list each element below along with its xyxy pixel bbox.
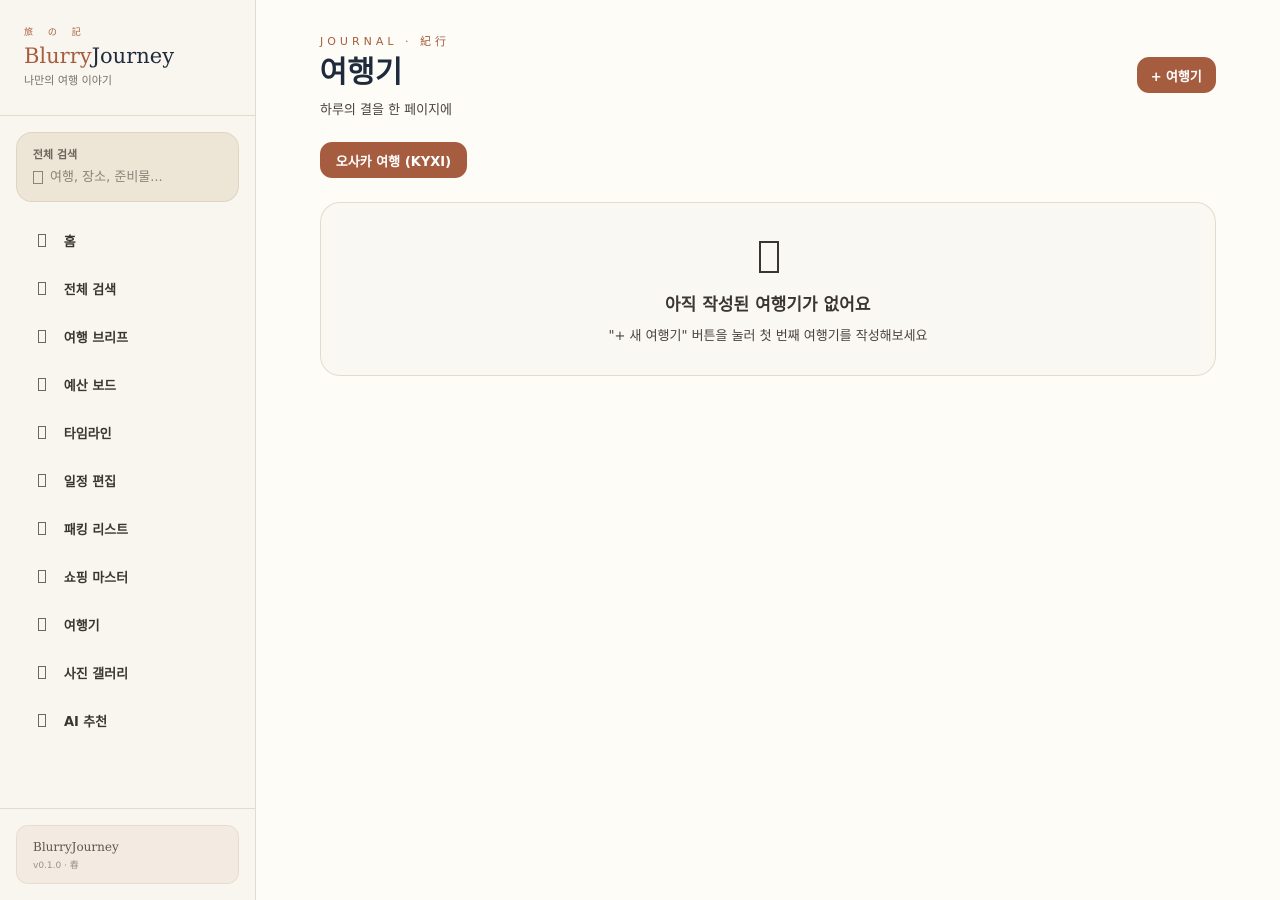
sidebar-item-label: 쇼핑 마스터 xyxy=(64,570,129,586)
sidebar-item-label: 예산 보드 xyxy=(64,378,117,394)
new-journal-button[interactable]: + 여행기 xyxy=(1136,57,1216,93)
trip-filter-chip[interactable]: 오사카 여행 (KYXI) xyxy=(320,142,468,178)
page-title: 여행기 xyxy=(320,55,403,90)
budget-icon xyxy=(38,377,46,391)
notebook-icon xyxy=(759,241,779,273)
empty-state-title: 아직 작성된 여행기가 없어요 xyxy=(665,295,871,315)
sidebar: 旅 の 記 BlurryJourney 나만의 여행 이야기 전체 검색 홈 전… xyxy=(0,0,256,900)
search-row xyxy=(33,170,222,185)
brief-icon xyxy=(38,329,46,343)
sidebar-divider xyxy=(0,115,255,116)
sidebar-item-label: 일정 편집 xyxy=(64,474,117,490)
sidebar-item-label: AI 추천 xyxy=(64,714,108,730)
home-icon xyxy=(38,233,46,247)
sidebar-item-gallery[interactable]: 사진 갤러리 xyxy=(24,648,234,696)
logo-accent-text: Blurry xyxy=(24,44,92,68)
search-label: 전체 검색 xyxy=(33,148,78,161)
version-card: BlurryJourney v0.1.0 · 春 xyxy=(16,825,239,884)
sidebar-item-packing[interactable]: 패킹 리스트 xyxy=(24,504,234,552)
brand-subtitle: 나만의 여행 이야기 xyxy=(24,74,112,87)
sidebar-item-journal[interactable]: 여행기 xyxy=(24,600,234,648)
shopping-icon xyxy=(38,569,46,583)
logo-text: Journey xyxy=(91,44,175,68)
sidebar-item-label: 여행기 xyxy=(64,618,100,634)
empty-state-description: "+ 새 여행기" 버튼을 눌러 첫 번째 여행기를 작성해보세요 xyxy=(608,329,928,344)
sidebar-item-ai[interactable]: AI 추천 xyxy=(24,696,234,744)
version-app-name: BlurryJourney xyxy=(33,840,119,854)
sidebar-item-schedule[interactable]: 일정 편집 xyxy=(24,456,234,504)
sidebar-item-shopping[interactable]: 쇼핑 마스터 xyxy=(24,552,234,600)
app-logo[interactable]: BlurryJourney xyxy=(24,43,174,69)
search-input[interactable] xyxy=(50,170,210,185)
photo-icon xyxy=(38,665,46,679)
global-search[interactable]: 전체 검색 xyxy=(16,132,239,202)
journal-icon xyxy=(38,617,46,631)
brand: 旅 の 記 BlurryJourney 나만의 여행 이야기 xyxy=(24,25,174,88)
brand-kanji: 旅 の 記 xyxy=(24,28,87,38)
search-icon xyxy=(38,281,46,295)
sidebar-item-label: 홈 xyxy=(64,234,76,250)
page-subtitle: 하루의 결을 한 페이지에 xyxy=(320,103,452,118)
page-kicker: JOURNAL · 紀行 xyxy=(320,35,450,48)
version-number: v0.1.0 · 春 xyxy=(33,861,79,871)
sidebar-item-brief[interactable]: 여행 브리프 xyxy=(24,312,234,360)
sidebar-item-budget[interactable]: 예산 보드 xyxy=(24,360,234,408)
sidebar-item-home[interactable]: 홈 xyxy=(24,216,234,264)
calendar-icon xyxy=(38,473,46,487)
sidebar-item-search[interactable]: 전체 검색 xyxy=(24,264,234,312)
sidebar-item-label: 타임라인 xyxy=(64,426,112,442)
luggage-icon xyxy=(38,521,46,535)
timeline-icon xyxy=(38,425,46,439)
sparkle-icon xyxy=(38,713,46,727)
main-content: JOURNAL · 紀行 여행기 하루의 결을 한 페이지에 + 여행기 오사카… xyxy=(320,0,1216,900)
sidebar-footer-divider xyxy=(0,808,255,809)
sidebar-item-label: 패킹 리스트 xyxy=(64,522,129,538)
empty-state: 아직 작성된 여행기가 없어요 "+ 새 여행기" 버튼을 눌러 첫 번째 여행… xyxy=(320,202,1216,376)
sidebar-nav: 홈 전체 검색 여행 브리프 예산 보드 타임라인 일정 편집 패킹 리스트 쇼… xyxy=(24,216,234,744)
search-icon xyxy=(33,171,43,184)
sidebar-item-label: 전체 검색 xyxy=(64,282,117,298)
sidebar-item-timeline[interactable]: 타임라인 xyxy=(24,408,234,456)
sidebar-item-label: 사진 갤러리 xyxy=(64,666,129,682)
sidebar-item-label: 여행 브리프 xyxy=(64,330,129,346)
